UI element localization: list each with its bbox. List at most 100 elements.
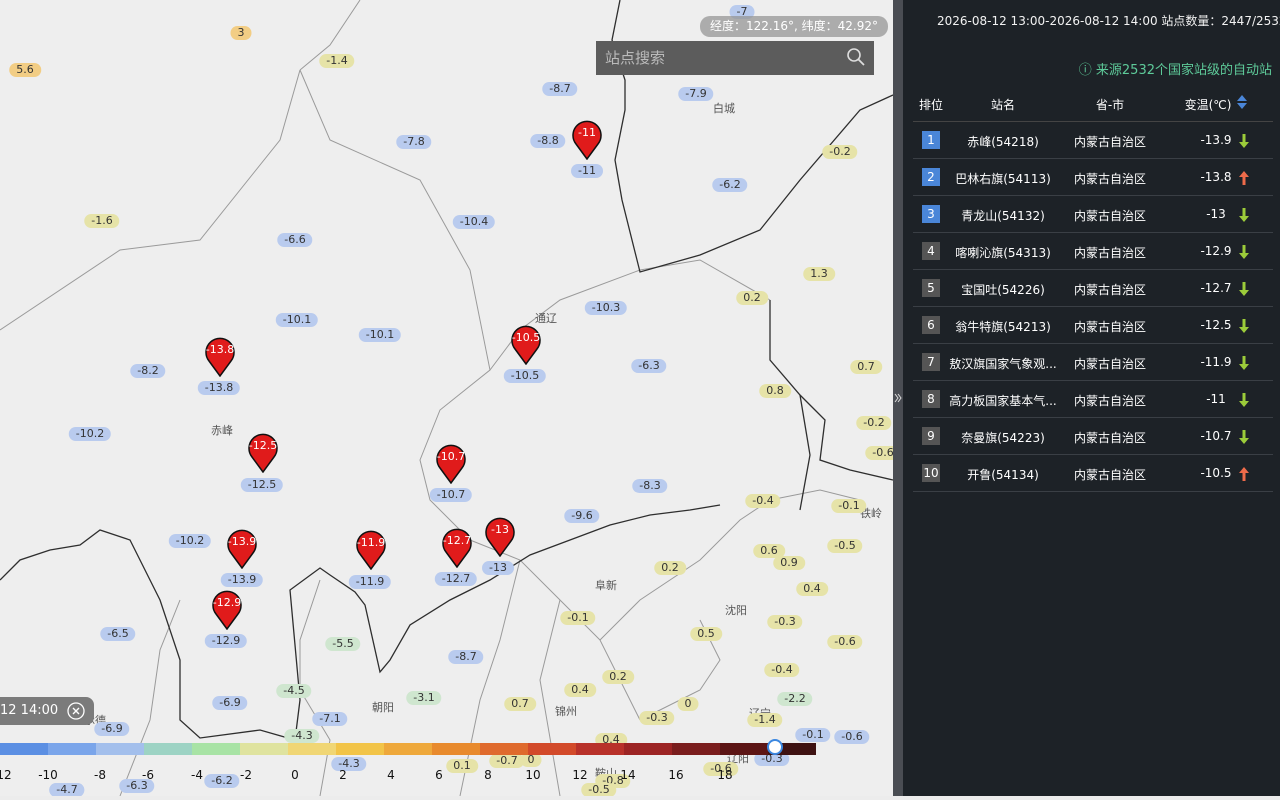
station-value[interactable]: -0.5 <box>827 539 863 553</box>
station-value[interactable]: -6.6 <box>277 233 313 247</box>
top-station-pin[interactable]: -11.9 <box>355 530 387 570</box>
station-value[interactable]: -0.7 <box>489 754 525 768</box>
top-station-pin[interactable]: -10.7 <box>435 444 467 484</box>
table-row[interactable]: 4 喀喇沁旗(54313) 内蒙古自治区 -12.9 <box>913 233 1273 270</box>
station-value[interactable]: -6.3 <box>631 359 667 373</box>
station-value[interactable]: -4.7 <box>49 783 85 796</box>
search-input[interactable] <box>596 41 836 75</box>
map-canvas[interactable]: 白城通辽赤峰阜新沈阳铁岭朝阳锦州辽宁承德辽阳鞍山 -735.6-1.4-8.7-… <box>0 0 893 796</box>
station-value[interactable]: -9.6 <box>564 509 600 523</box>
station-search[interactable] <box>596 41 874 75</box>
top-station-pin[interactable]: -12.9 <box>211 590 243 630</box>
station-value[interactable]: -8.3 <box>632 479 668 493</box>
table-row[interactable]: 1 赤峰(54218) 内蒙古自治区 -13.9 <box>913 122 1273 159</box>
station-value[interactable]: -6.2 <box>712 178 748 192</box>
top-station-pin[interactable]: -13.9 <box>226 529 258 569</box>
station-value[interactable]: -10.2 <box>68 427 112 441</box>
station-value[interactable]: 0.4 <box>796 582 828 596</box>
station-value[interactable]: 5.6 <box>9 63 41 77</box>
panel-divider[interactable] <box>893 0 903 796</box>
station-value[interactable]: -0.6 <box>834 730 870 744</box>
station-value[interactable]: -13.9 <box>220 573 264 587</box>
station-value[interactable]: -8.7 <box>448 650 484 664</box>
sort-icon[interactable] <box>1236 94 1248 113</box>
station-value[interactable]: -1.6 <box>84 214 120 228</box>
station-value[interactable]: -11.9 <box>348 575 392 589</box>
station-value[interactable]: -10.4 <box>452 215 496 229</box>
station-value[interactable]: -13.8 <box>197 381 241 395</box>
station-value[interactable]: 0.7 <box>504 697 536 711</box>
station-value[interactable]: 0.1 <box>446 759 478 773</box>
station-value[interactable]: -6.9 <box>212 696 248 710</box>
station-value[interactable]: -7.8 <box>396 135 432 149</box>
station-value[interactable]: -11 <box>571 164 603 178</box>
station-value[interactable]: -10.3 <box>584 301 628 315</box>
station-value[interactable]: -6.9 <box>94 722 130 736</box>
top-station-pin[interactable]: -13 <box>484 517 516 557</box>
station-value[interactable]: -0.2 <box>856 416 892 430</box>
station-value[interactable]: 0.9 <box>773 556 805 570</box>
station-value[interactable]: -8.2 <box>130 364 166 378</box>
legend-slider-handle[interactable] <box>767 739 783 755</box>
station-value[interactable]: -0.1 <box>795 728 831 742</box>
station-value[interactable]: -0.6 <box>827 635 863 649</box>
station-value[interactable]: -8.7 <box>542 82 578 96</box>
station-value[interactable]: -0.3 <box>767 615 803 629</box>
station-value[interactable]: -4.3 <box>284 729 320 743</box>
station-value[interactable]: -0.1 <box>560 611 596 625</box>
station-value[interactable]: 0.2 <box>736 291 768 305</box>
station-value[interactable]: -0.2 <box>822 145 858 159</box>
station-value[interactable]: -0.5 <box>581 783 617 796</box>
station-value[interactable]: 0.7 <box>850 360 882 374</box>
top-station-pin[interactable]: -10.5 <box>510 325 542 365</box>
station-value[interactable]: -2.2 <box>777 692 813 706</box>
top-station-pin[interactable]: -11 <box>571 120 603 160</box>
table-row[interactable]: 9 奈曼旗(54223) 内蒙古自治区 -10.7 <box>913 418 1273 455</box>
station-value[interactable]: -6.2 <box>204 774 240 788</box>
search-icon[interactable] <box>846 47 866 71</box>
station-value[interactable]: 0 <box>520 753 542 767</box>
station-value[interactable]: 0.5 <box>690 627 722 641</box>
station-value[interactable]: -0.6 <box>865 446 893 460</box>
col-change[interactable]: 变温(℃) <box>1185 96 1232 113</box>
station-value[interactable]: 0.2 <box>602 670 634 684</box>
station-value[interactable]: 3 <box>230 26 252 40</box>
table-row[interactable]: 6 翁牛特旗(54213) 内蒙古自治区 -12.5 <box>913 307 1273 344</box>
station-value[interactable]: -7.9 <box>678 87 714 101</box>
station-value[interactable]: 0.2 <box>654 561 686 575</box>
station-value[interactable]: -1.4 <box>319 54 355 68</box>
station-value[interactable]: 0.8 <box>759 384 791 398</box>
station-value[interactable]: -3.1 <box>406 691 442 705</box>
top-station-pin[interactable]: -12.7 <box>441 528 473 568</box>
station-value[interactable]: -10.5 <box>503 369 547 383</box>
table-row[interactable]: 2 巴林右旗(54113) 内蒙古自治区 -13.8 <box>913 159 1273 196</box>
station-value[interactable]: -10.1 <box>358 328 402 342</box>
station-value[interactable]: -0.1 <box>831 499 867 513</box>
station-value[interactable]: -4.3 <box>331 757 367 771</box>
station-value[interactable]: -10.2 <box>168 534 212 548</box>
station-value[interactable]: -10.1 <box>275 313 319 327</box>
close-icon[interactable] <box>67 702 85 731</box>
table-row[interactable]: 8 高力板国家基本气... 内蒙古自治区 -11 <box>913 381 1273 418</box>
station-value[interactable]: -13 <box>482 561 514 575</box>
station-value[interactable]: 1.3 <box>803 267 835 281</box>
table-row[interactable]: 3 青龙山(54132) 内蒙古自治区 -13 <box>913 196 1273 233</box>
table-row[interactable]: 7 敖汉旗国家气象观... 内蒙古自治区 -11.9 <box>913 344 1273 381</box>
station-value[interactable]: 0 <box>677 697 699 711</box>
station-value[interactable]: -0.3 <box>639 711 675 725</box>
station-value[interactable]: -4.5 <box>276 684 312 698</box>
station-value[interactable]: -0.4 <box>745 494 781 508</box>
station-value[interactable]: -7.1 <box>312 712 348 726</box>
station-value[interactable]: -5.5 <box>325 637 361 651</box>
station-value[interactable]: -12.5 <box>240 478 284 492</box>
station-value[interactable]: -0.4 <box>764 663 800 677</box>
table-row[interactable]: 10 开鲁(54134) 内蒙古自治区 -10.5 <box>913 455 1273 492</box>
top-station-pin[interactable]: -12.5 <box>247 433 279 473</box>
station-value[interactable]: -12.7 <box>434 572 478 586</box>
station-value[interactable]: -1.4 <box>747 713 783 727</box>
station-value[interactable]: -6.5 <box>100 627 136 641</box>
top-station-pin[interactable]: -13.8 <box>204 337 236 377</box>
station-value[interactable]: -12.9 <box>204 634 248 648</box>
station-value[interactable]: 0.4 <box>564 683 596 697</box>
col-province[interactable]: 省-市 <box>1096 96 1124 113</box>
